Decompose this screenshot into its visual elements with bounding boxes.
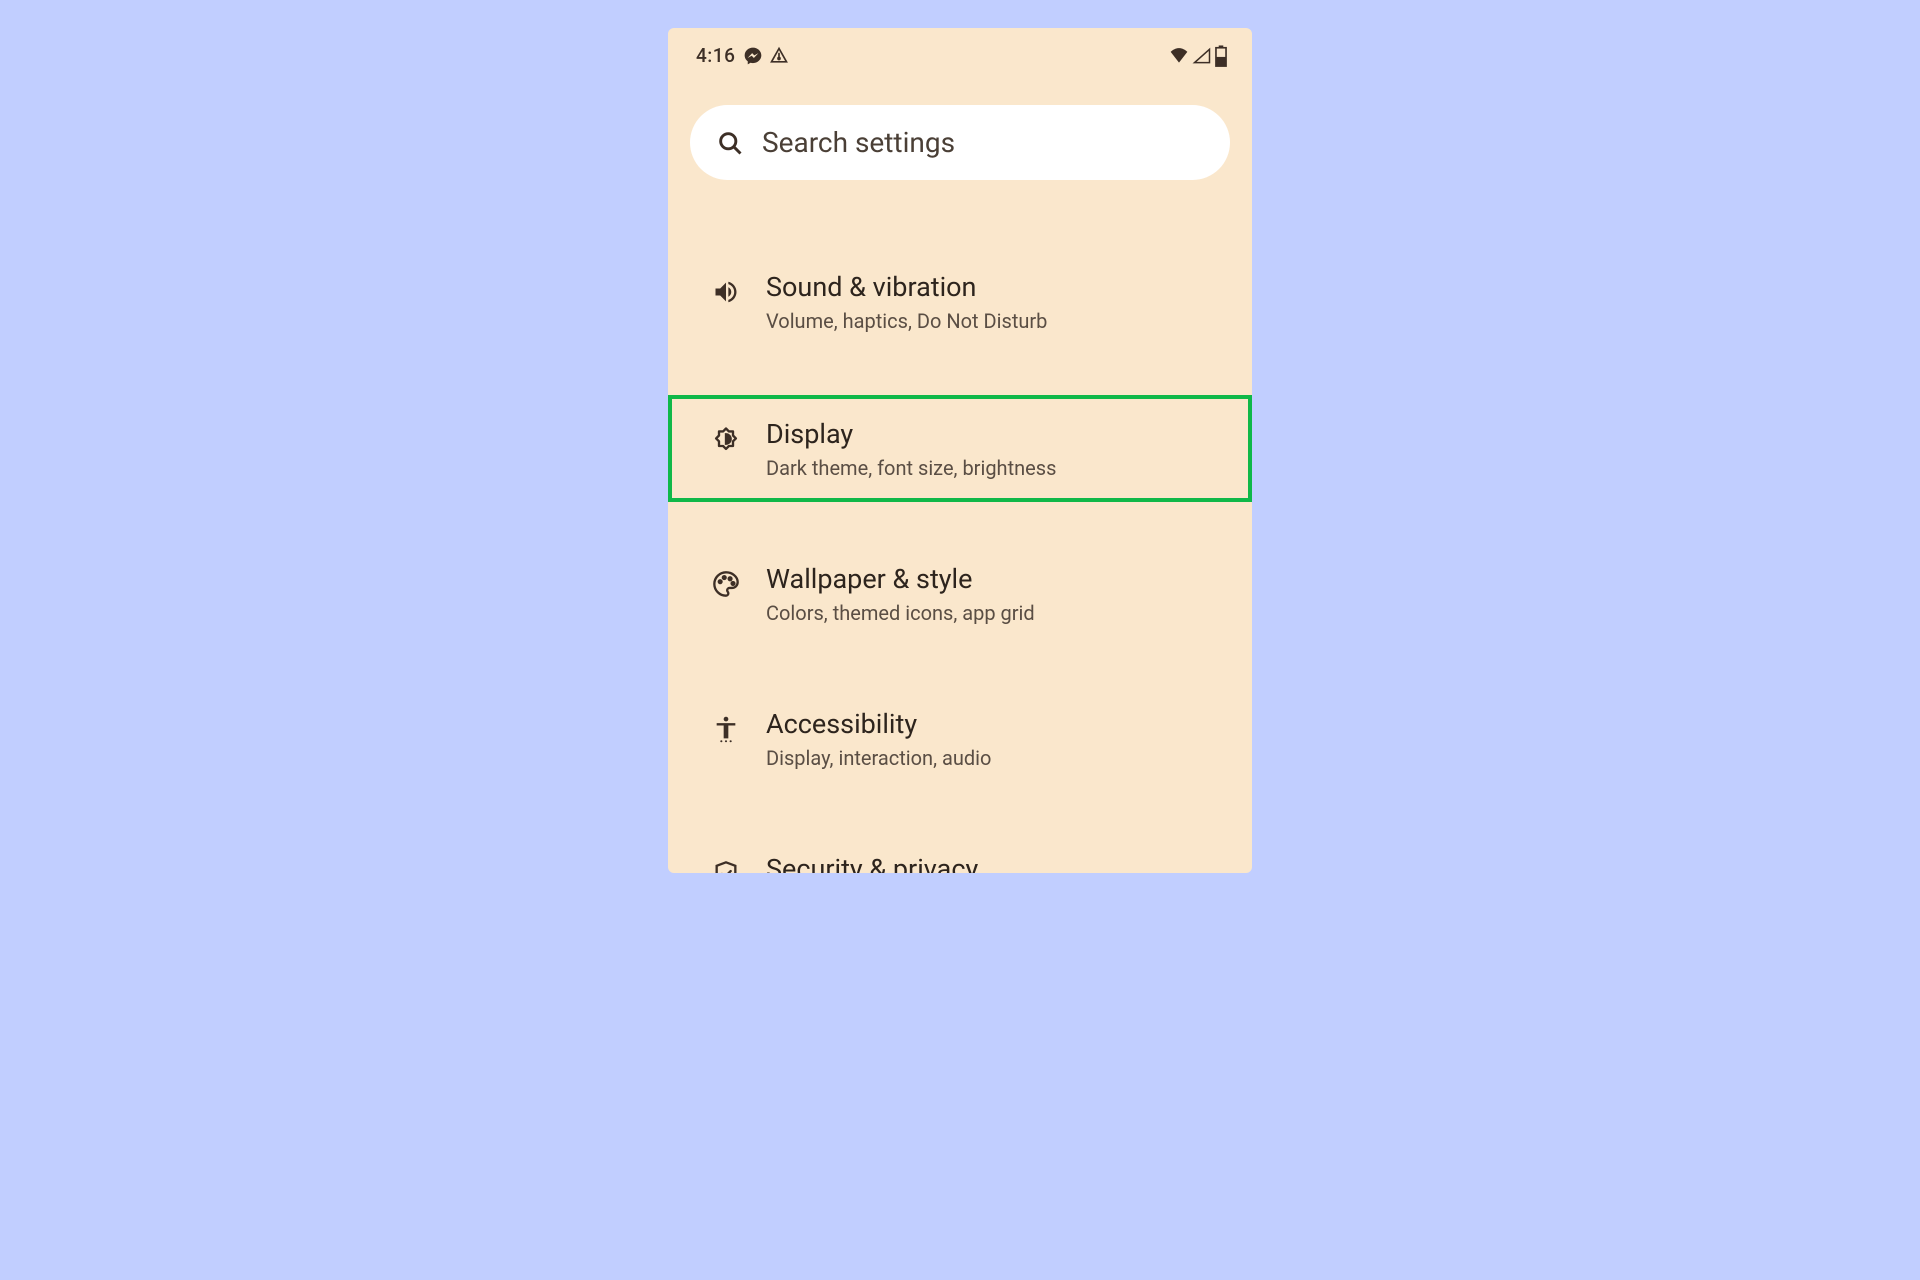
setting-title: Security & privacy: [766, 852, 1228, 873]
drive-icon: [769, 46, 789, 66]
setting-title: Display: [766, 417, 1228, 452]
accessibility-icon: [712, 715, 740, 743]
brightness-icon: [712, 425, 740, 453]
battery-icon: [1214, 45, 1228, 67]
notification-icons: [743, 46, 789, 66]
status-bar: 4:16: [668, 28, 1252, 75]
setting-item-sound[interactable]: Sound & vibration Volume, haptics, Do No…: [668, 248, 1252, 355]
clock: 4:16: [696, 44, 735, 67]
status-right: [1168, 45, 1228, 67]
settings-list: Sound & vibration Volume, haptics, Do No…: [668, 248, 1252, 873]
setting-subtitle: Dark theme, font size, brightness: [766, 456, 1228, 480]
setting-item-security[interactable]: Security & privacy App security, device …: [668, 830, 1252, 873]
setting-title: Sound & vibration: [766, 270, 1228, 305]
setting-item-accessibility[interactable]: Accessibility Display, interaction, audi…: [668, 685, 1252, 792]
setting-subtitle: Volume, haptics, Do Not Disturb: [766, 309, 1228, 333]
search-settings-input[interactable]: Search settings: [690, 105, 1230, 180]
setting-title: Wallpaper & style: [766, 562, 1228, 597]
shield-icon: [712, 860, 740, 873]
setting-subtitle: Colors, themed icons, app grid: [766, 601, 1228, 625]
status-left: 4:16: [696, 44, 789, 67]
palette-icon: [712, 570, 740, 598]
phone-frame: 4:16: [668, 28, 1252, 873]
messenger-icon: [743, 46, 763, 66]
search-icon: [716, 129, 744, 157]
setting-item-wallpaper[interactable]: Wallpaper & style Colors, themed icons, …: [668, 540, 1252, 647]
setting-item-display[interactable]: Display Dark theme, font size, brightnes…: [668, 395, 1252, 502]
cellular-icon: [1191, 46, 1213, 66]
wifi-icon: [1168, 46, 1190, 66]
setting-subtitle: Display, interaction, audio: [766, 746, 1228, 770]
volume-icon: [712, 278, 740, 306]
setting-title: Accessibility: [766, 707, 1228, 742]
search-placeholder: Search settings: [762, 126, 955, 159]
